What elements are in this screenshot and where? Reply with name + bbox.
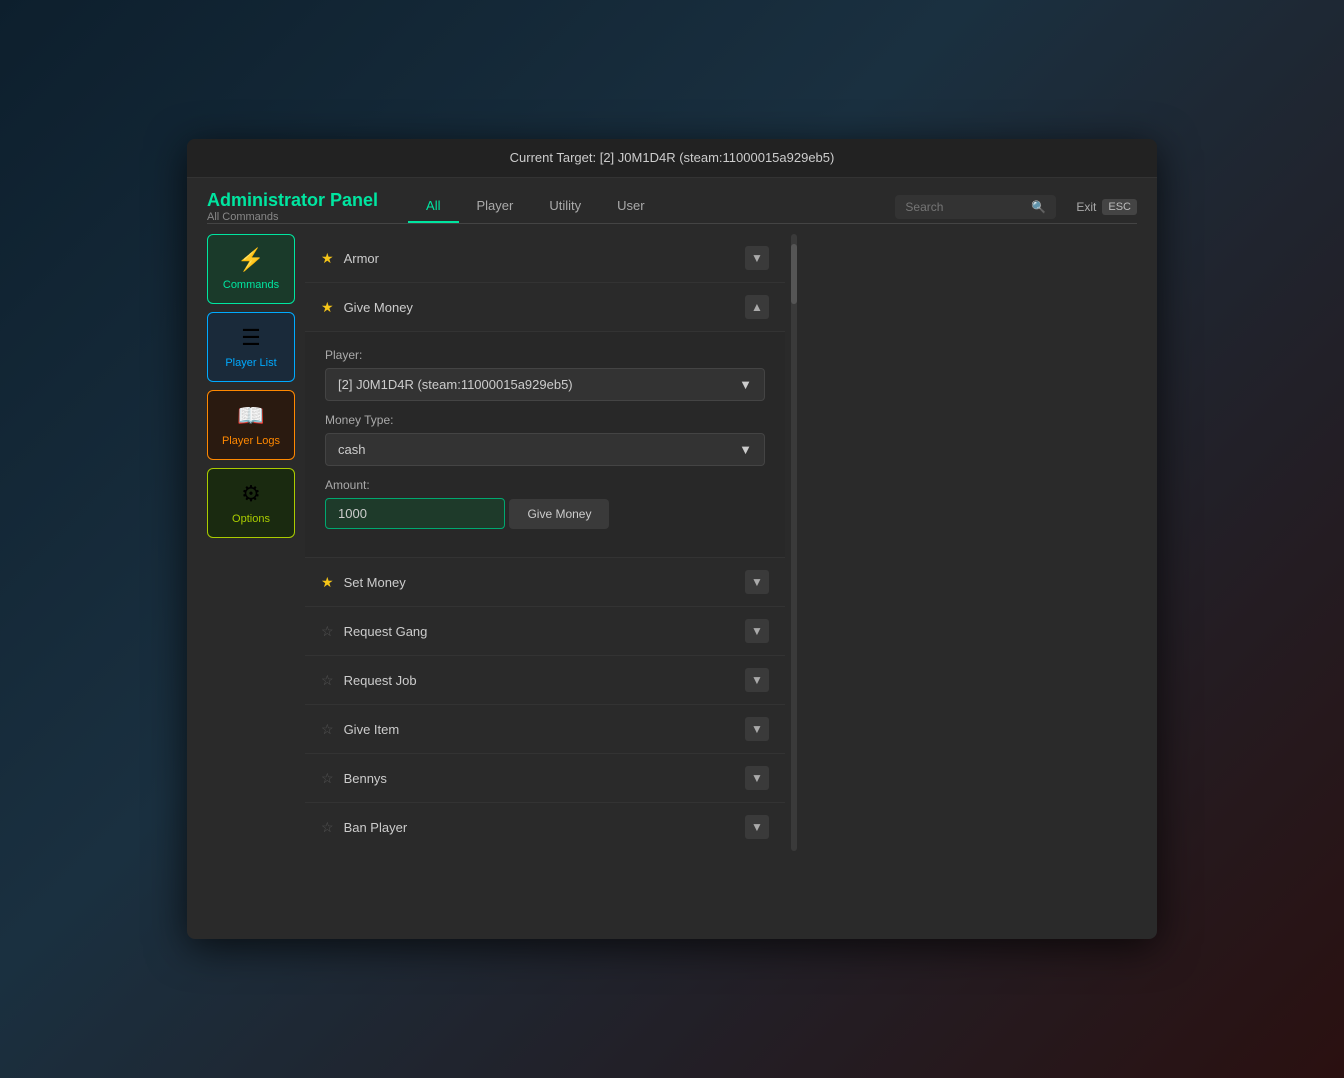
search-input[interactable] xyxy=(905,200,1025,214)
command-row-give-item: ☆ Give Item ▼ xyxy=(305,705,785,754)
player-logs-icon: 📖 xyxy=(237,403,264,429)
command-list: ★ Armor ▼ ★ Give Money ▲ Player: [2] J0M… xyxy=(305,234,785,851)
sidebar-item-commands[interactable]: ⚡ Commands xyxy=(207,234,295,304)
sidebar-item-options[interactable]: ⚙ Options xyxy=(207,468,295,538)
exit-label: Exit xyxy=(1076,200,1096,214)
panel-title-block: Administrator Panel All Commands xyxy=(207,190,378,223)
bennys-expand-btn[interactable]: ▼ xyxy=(745,766,769,790)
command-row-set-money: ★ Set Money ▼ xyxy=(305,558,785,607)
player-list-icon: ☰ xyxy=(241,325,261,351)
tab-utility[interactable]: Utility xyxy=(531,190,599,223)
money-type-value: cash xyxy=(338,442,365,457)
sidebar-item-player-logs[interactable]: 📖 Player Logs xyxy=(207,390,295,460)
command-row-give-money: ★ Give Money ▲ xyxy=(305,283,785,332)
search-icon: 🔍 xyxy=(1031,200,1046,214)
request-job-name: Request Job xyxy=(344,673,745,688)
request-job-expand-btn[interactable]: ▼ xyxy=(745,668,769,692)
current-target-text: Current Target: [2] J0M1D4R (steam:11000… xyxy=(510,150,835,165)
panel-subtitle: All Commands xyxy=(207,211,378,223)
commands-label: Commands xyxy=(223,279,279,291)
panel-title-heading: Administrator Panel xyxy=(207,190,378,211)
tabs-container: All Player Utility User xyxy=(408,190,885,223)
give-money-expand-btn[interactable]: ▲ xyxy=(745,295,769,319)
bennys-star-icon[interactable]: ☆ xyxy=(321,770,334,787)
ban-player-name: Ban Player xyxy=(344,820,745,835)
options-icon: ⚙ xyxy=(241,481,261,507)
player-dropdown-value: [2] J0M1D4R (steam:11000015a929eb5) xyxy=(338,377,573,392)
set-money-star-icon[interactable]: ★ xyxy=(321,574,334,591)
give-money-submit-btn[interactable]: Give Money xyxy=(509,499,609,529)
command-row-ban-player: ☆ Ban Player ▼ xyxy=(305,803,785,851)
request-gang-expand-btn[interactable]: ▼ xyxy=(745,619,769,643)
give-item-expand-btn[interactable]: ▼ xyxy=(745,717,769,741)
command-row-request-job: ☆ Request Job ▼ xyxy=(305,656,785,705)
exit-button[interactable]: Exit ESC xyxy=(1076,199,1137,215)
command-row-request-gang: ☆ Request Gang ▼ xyxy=(305,607,785,656)
tab-player[interactable]: Player xyxy=(459,190,532,223)
tab-user[interactable]: User xyxy=(599,190,662,223)
search-box: 🔍 xyxy=(895,195,1056,219)
request-gang-name: Request Gang xyxy=(344,624,745,639)
give-item-star-icon[interactable]: ☆ xyxy=(321,721,334,738)
money-type-label: Money Type: xyxy=(325,413,765,427)
ban-player-expand-btn[interactable]: ▼ xyxy=(745,815,769,839)
admin-panel: Current Target: [2] J0M1D4R (steam:11000… xyxy=(187,139,1157,939)
money-type-dropdown[interactable]: cash ▼ xyxy=(325,433,765,466)
set-money-name: Set Money xyxy=(344,575,745,590)
bennys-name: Bennys xyxy=(344,771,745,786)
scrollbar-thumb xyxy=(791,244,797,304)
ban-player-star-icon[interactable]: ☆ xyxy=(321,819,334,836)
exit-key: ESC xyxy=(1102,199,1137,215)
give-item-name: Give Item xyxy=(344,722,745,737)
give-money-expanded: Player: [2] J0M1D4R (steam:11000015a929e… xyxy=(305,332,785,558)
panel-header: Current Target: [2] J0M1D4R (steam:11000… xyxy=(187,139,1157,178)
player-field-label: Player: xyxy=(325,348,765,362)
player-dropdown-chevron: ▼ xyxy=(739,377,752,392)
content-wrapper: ★ Armor ▼ ★ Give Money ▲ Player: [2] J0M… xyxy=(305,234,797,851)
tab-all[interactable]: All xyxy=(408,190,458,223)
player-dropdown[interactable]: [2] J0M1D4R (steam:11000015a929eb5) ▼ xyxy=(325,368,765,401)
command-row-bennys: ☆ Bennys ▼ xyxy=(305,754,785,803)
scrollbar-track[interactable] xyxy=(791,234,797,851)
player-logs-label: Player Logs xyxy=(222,435,280,447)
options-label: Options xyxy=(232,513,270,525)
give-money-star-icon[interactable]: ★ xyxy=(321,299,334,316)
amount-label: Amount: xyxy=(325,478,765,492)
sidebar-item-player-list[interactable]: ☰ Player List xyxy=(207,312,295,382)
title-row: Administrator Panel All Commands All Pla… xyxy=(187,178,1157,223)
sidebar: ⚡ Commands ☰ Player List 📖 Player Logs ⚙… xyxy=(207,234,295,851)
armor-star-icon[interactable]: ★ xyxy=(321,250,334,267)
amount-input[interactable] xyxy=(325,498,505,529)
set-money-expand-btn[interactable]: ▼ xyxy=(745,570,769,594)
request-job-star-icon[interactable]: ☆ xyxy=(321,672,334,689)
armor-name: Armor xyxy=(344,251,745,266)
armor-expand-btn[interactable]: ▼ xyxy=(745,246,769,270)
main-area: ⚡ Commands ☰ Player List 📖 Player Logs ⚙… xyxy=(187,224,1157,871)
request-gang-star-icon[interactable]: ☆ xyxy=(321,623,334,640)
command-row-armor: ★ Armor ▼ xyxy=(305,234,785,283)
money-type-chevron: ▼ xyxy=(739,442,752,457)
commands-icon: ⚡ xyxy=(237,247,264,273)
player-list-label: Player List xyxy=(225,357,276,369)
give-money-name: Give Money xyxy=(344,300,745,315)
